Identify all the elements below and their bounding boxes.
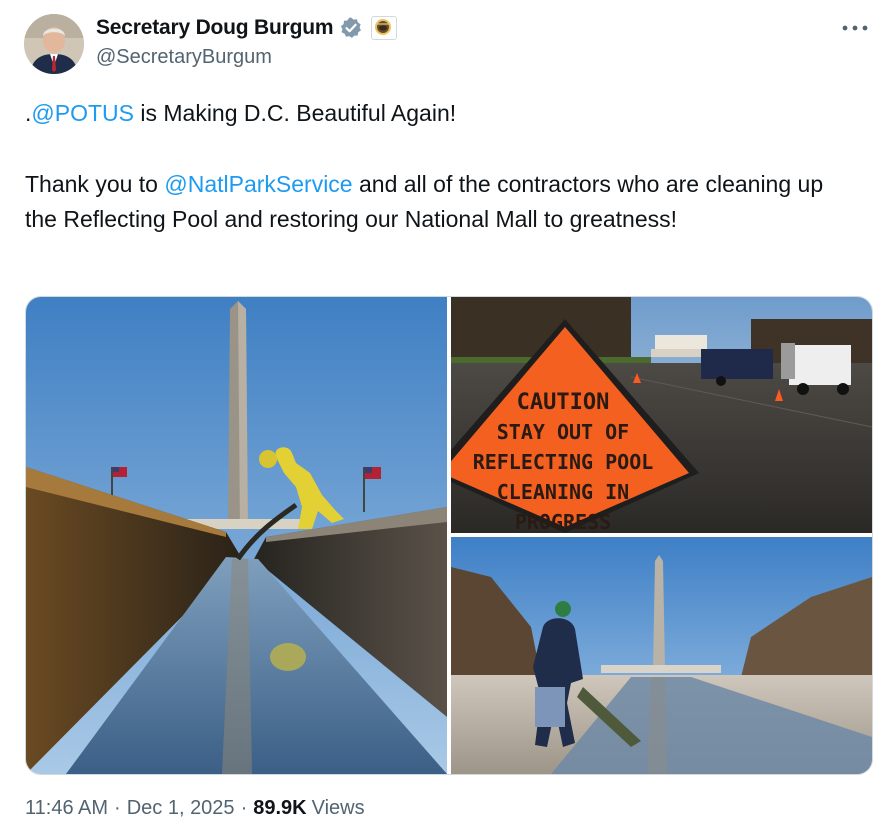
separator-dot: · bbox=[114, 797, 121, 819]
photo-reflecting-pool-worker-yellow[interactable] bbox=[26, 297, 447, 774]
avatar-portrait bbox=[24, 14, 84, 74]
tweet-time[interactable]: 11:46 AM bbox=[25, 797, 108, 820]
sign-line-4: CLEANING IN bbox=[497, 480, 629, 504]
text-fragment: is Making D.C. Beautiful Again! bbox=[133, 100, 457, 126]
media-grid: CAUTION STAY OUT OF REFLECTING POOL CLEA… bbox=[25, 296, 873, 775]
author-name-row: Secretary Doug Burgum bbox=[96, 16, 398, 40]
separator-dot: · bbox=[240, 797, 248, 819]
tweet-paragraph-1: .@POTUS is Making D.C. Beautiful Again! bbox=[25, 96, 855, 131]
verified-badge-icon[interactable] bbox=[339, 16, 363, 40]
tweet-card: Secretary Doug Burgum @SecretaryBurgum .… bbox=[0, 0, 888, 840]
tweet-paragraph-2: Thank you to @NatlParkService and all of… bbox=[25, 167, 855, 237]
author-handle[interactable]: @SecretaryBurgum bbox=[96, 46, 272, 69]
views-label: Views bbox=[311, 797, 365, 819]
sign-line-5: PROGRESS bbox=[515, 510, 611, 533]
views-count[interactable]: 89.9K bbox=[253, 797, 306, 820]
tweet-metadata: 11:46 AM · Dec 1, 2025 · 89.9K Views bbox=[25, 797, 365, 820]
photo-worker-green-hat[interactable] bbox=[451, 537, 872, 774]
text-fragment: Thank you to bbox=[25, 171, 165, 197]
affiliation-seal-icon[interactable] bbox=[371, 16, 398, 40]
mention-potus-link[interactable]: @POTUS bbox=[31, 100, 134, 126]
photo-caution-sign[interactable]: CAUTION STAY OUT OF REFLECTING POOL CLEA… bbox=[451, 297, 872, 533]
sign-line-2: STAY OUT OF bbox=[497, 420, 629, 444]
tweet-text: .@POTUS is Making D.C. Beautiful Again! … bbox=[25, 96, 855, 237]
more-options-icon[interactable] bbox=[840, 16, 870, 40]
sign-line-1: CAUTION bbox=[517, 390, 610, 415]
author-display-name[interactable]: Secretary Doug Burgum bbox=[96, 16, 334, 40]
author-avatar[interactable] bbox=[24, 14, 84, 74]
tweet-date[interactable]: Dec 1, 2025 bbox=[127, 797, 235, 820]
sign-line-3: REFLECTING POOL bbox=[473, 450, 654, 474]
mention-natlparkservice-link[interactable]: @NatlParkService bbox=[164, 171, 352, 197]
